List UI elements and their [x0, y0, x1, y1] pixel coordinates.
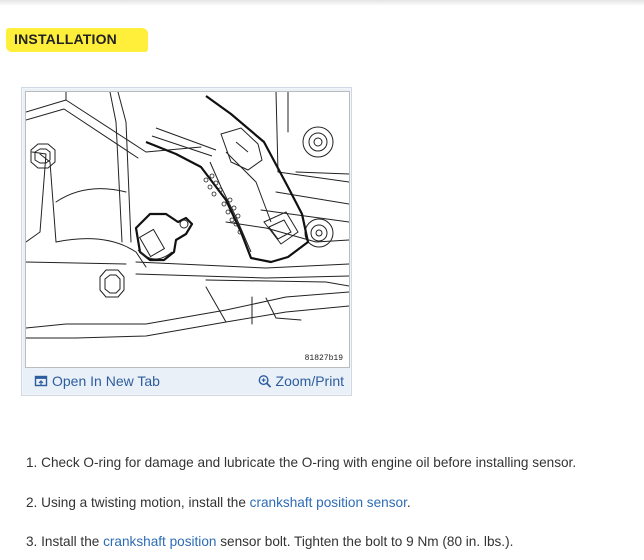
- zoom-print-link[interactable]: Zoom/Print: [258, 373, 344, 389]
- zoom-print-label: Zoom/Print: [275, 373, 344, 389]
- figure-card: 81827b19 Open In New Tab Zoom/Print: [21, 87, 352, 396]
- step-text: Check O-ring for damage and lubricate th…: [41, 455, 577, 470]
- section-heading: INSTALLATION: [14, 31, 117, 47]
- diagram-drawing: [26, 92, 349, 339]
- top-divider: [0, 0, 644, 6]
- step-text-after: .: [406, 495, 411, 510]
- step-item-1: 1. Check O-ring for damage and lubricate…: [26, 455, 576, 470]
- step-number: 3.: [26, 534, 38, 549]
- step-number: 1.: [26, 455, 38, 470]
- figure-actions: Open In New Tab Zoom/Print: [22, 367, 351, 395]
- step-item-2: 2. Using a twisting motion, install the …: [26, 495, 411, 510]
- figure-id-label: 81827b19: [304, 354, 343, 363]
- step-text-after: sensor bolt. Tighten the bolt to 9 Nm (8…: [216, 534, 514, 549]
- step-text-before: Using a twisting motion, install the: [41, 495, 250, 510]
- open-new-tab-icon: [34, 374, 48, 388]
- open-in-new-tab-label: Open In New Tab: [52, 373, 160, 389]
- crankshaft-position-link[interactable]: crankshaft position: [103, 534, 216, 549]
- installation-diagram[interactable]: 81827b19: [25, 91, 350, 368]
- crankshaft-position-sensor-link[interactable]: crankshaft position sensor: [250, 495, 407, 510]
- open-in-new-tab-link[interactable]: Open In New Tab: [34, 373, 160, 389]
- zoom-magnifier-icon: [258, 374, 272, 388]
- step-number: 2.: [26, 495, 38, 510]
- step-text-before: Install the: [41, 534, 104, 549]
- step-item-3: 3. Install the crankshaft position senso…: [26, 534, 513, 549]
